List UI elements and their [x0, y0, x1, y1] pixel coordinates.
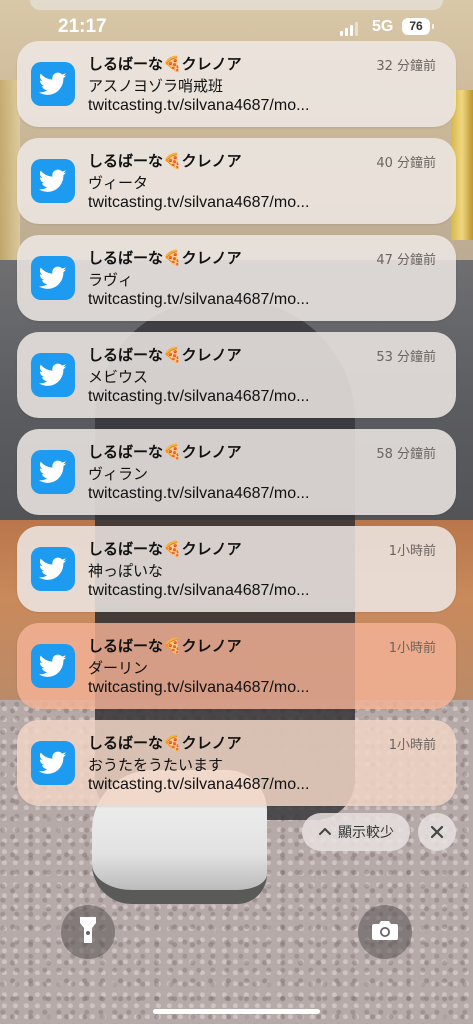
notification-card[interactable]: しるばーな🍕クレノア 1小時前おうたをうたいます twitcasting.tv/si… [17, 720, 456, 806]
twitter-bird-icon [31, 450, 75, 494]
show-less-label: 顯示較少 [338, 825, 394, 841]
close-icon [430, 820, 444, 844]
twitter-bird-icon [31, 159, 75, 203]
home-indicator[interactable] [153, 1009, 320, 1014]
twitter-bird-icon [31, 741, 75, 785]
notification-time: 47 分鐘前 [376, 253, 436, 268]
show-less-button[interactable]: 顯示較少 [302, 813, 410, 851]
notification-title: ヴィラン [88, 465, 149, 483]
notification-sender: しるばーな🍕クレノア [88, 55, 242, 73]
clear-notifications-button[interactable] [418, 813, 456, 851]
notification-time: 1小時前 [388, 738, 436, 753]
notification-title: 神っぽいな [88, 562, 164, 580]
notification-body: twitcasting.tv/silvana4687/mo... [88, 97, 310, 114]
notification-time: 58 分鐘前 [376, 447, 436, 462]
twitter-bird-icon [31, 256, 75, 300]
notification-title: おうたをうたいます [88, 756, 224, 774]
notification-sender: しるばーな🍕クレノア [88, 734, 242, 752]
status-time: 21:17 [58, 16, 107, 37]
twitter-bird-icon [31, 62, 75, 106]
notification-body: twitcasting.tv/silvana4687/mo... [88, 485, 310, 502]
notification-body: twitcasting.tv/silvana4687/mo... [88, 776, 310, 793]
chevron-up-icon [318, 824, 332, 840]
notification-sender: しるばーな🍕クレノア [88, 346, 242, 364]
notification-time: 1小時前 [388, 641, 436, 656]
notification-title: アスノヨゾラ哨戒班 [88, 77, 224, 95]
notification-card[interactable]: しるばーな🍕クレノア 58 分鐘前ヴィラン twitcasting.tv/silva… [17, 429, 456, 515]
notification-time: 53 分鐘前 [376, 350, 436, 365]
notification-body: twitcasting.tv/silvana4687/mo... [88, 679, 310, 696]
flashlight-icon [77, 915, 99, 949]
notification-card[interactable]: しるばーな🍕クレノア 47 分鐘前ラヴィ twitcasting.tv/silvan… [17, 235, 456, 321]
notification-time: 32 分鐘前 [376, 59, 436, 74]
battery-icon: 76 [402, 18, 434, 35]
notification-title: ヴィータ [88, 174, 149, 192]
notification-body: twitcasting.tv/silvana4687/mo... [88, 194, 310, 211]
notification-sender: しるばーな🍕クレノア [88, 637, 242, 655]
battery-level: 76 [409, 19, 423, 33]
notification-sender: しるばーな🍕クレノア [88, 540, 242, 558]
network-type: 5G [372, 18, 394, 35]
twitter-bird-icon [31, 353, 75, 397]
notification-card[interactable]: しるばーな🍕クレノア 53 分鐘前メビウス twitcasting.tv/silva… [17, 332, 456, 418]
twitter-bird-icon [31, 547, 75, 591]
cellular-signal-icon [340, 22, 358, 36]
notification-title: ラヴィ [88, 271, 134, 289]
notification-title: メビウス [88, 368, 149, 386]
flashlight-button[interactable] [61, 905, 115, 959]
notification-card[interactable]: しるばーな🍕クレノア 32 分鐘前アスノヨゾラ哨戒班 twitcasting.tv/… [17, 41, 456, 127]
notification-sender: しるばーな🍕クレノア [88, 152, 242, 170]
notification-card[interactable]: しるばーな🍕クレノア 1小時前ダーリン twitcasting.tv/silvana… [17, 623, 456, 709]
notification-sender: しるばーな🍕クレノア [88, 249, 242, 267]
twitter-bird-icon [31, 644, 75, 688]
notification-body: twitcasting.tv/silvana4687/mo... [88, 291, 310, 308]
notification-body: twitcasting.tv/silvana4687/mo... [88, 388, 310, 405]
notification-sender: しるばーな🍕クレノア [88, 443, 242, 461]
notification-body: twitcasting.tv/silvana4687/mo... [88, 582, 310, 599]
notification-title: ダーリン [88, 659, 149, 677]
notification-card[interactable]: しるばーな🍕クレノア 40 分鐘前ヴィータ twitcasting.tv/silva… [17, 138, 456, 224]
notification-time: 1小時前 [388, 544, 436, 559]
camera-icon [371, 919, 399, 945]
notification-stack-peek[interactable] [30, 0, 443, 10]
camera-button[interactable] [358, 905, 412, 959]
notification-card[interactable]: しるばーな🍕クレノア 1小時前神っぽいな twitcasting.tv/silvan… [17, 526, 456, 612]
notification-time: 40 分鐘前 [376, 156, 436, 171]
